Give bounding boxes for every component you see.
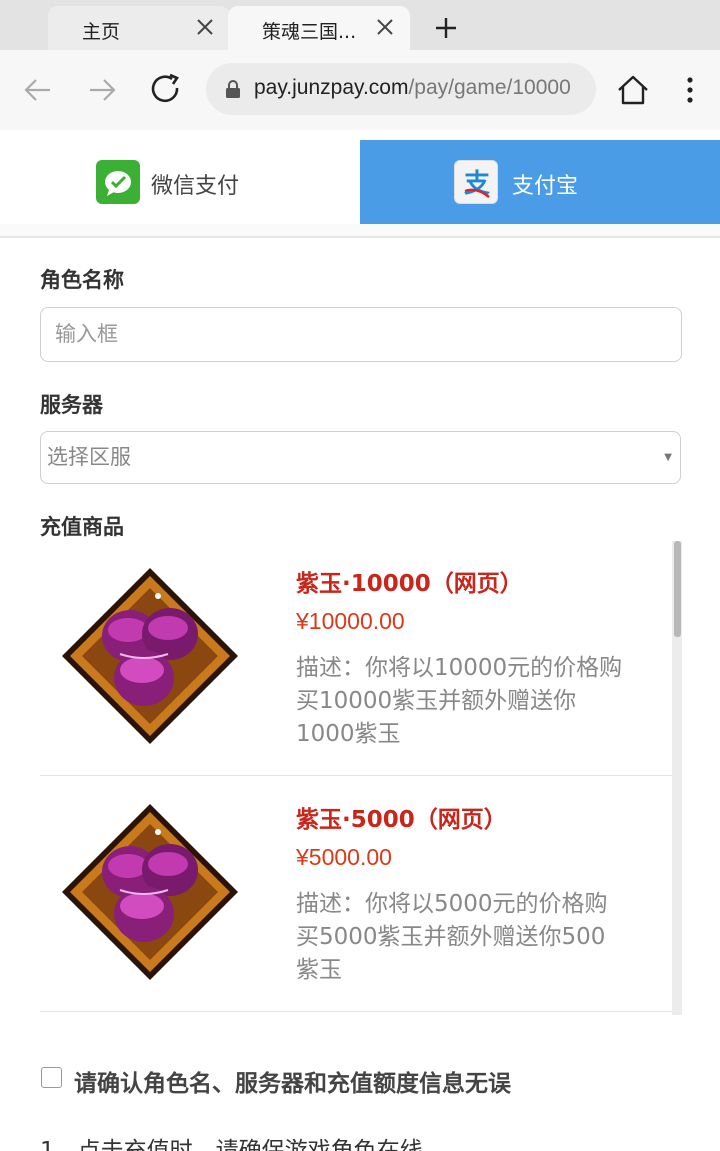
- browser-tab-active[interactable]: 策魂三国...: [228, 6, 410, 50]
- payment-method-tabs: 微信支付 支 支付宝: [0, 140, 720, 224]
- tab-title: 策魂三国...: [262, 21, 357, 43]
- purple-jade-icon: [60, 802, 240, 982]
- product-list: 紫玉·10000（网页） ¥10000.00 描述：你将以10000元的价格购买…: [40, 540, 682, 1014]
- address-bar[interactable]: pay.junzpay.com/pay/game/10000: [206, 63, 596, 115]
- purple-jade-icon: [60, 566, 240, 746]
- notice-item: 1、点击充值时，请确保游戏角色在线。: [40, 1138, 446, 1151]
- wechat-icon: [96, 160, 140, 204]
- product-title: 紫玉·5000（网页）: [296, 807, 507, 833]
- lock-icon: [224, 79, 242, 99]
- product-price: ¥5000.00: [296, 844, 392, 870]
- url-path: /pay/game/10000: [408, 76, 571, 99]
- section-divider: [0, 224, 720, 238]
- url-host: pay.junzpay.com: [254, 76, 409, 99]
- alipay-label: 支付宝: [512, 174, 579, 199]
- tab-alipay[interactable]: 支 支付宝: [360, 140, 720, 224]
- confirm-label: 请确认角色名、服务器和充值额度信息无误: [74, 1071, 511, 1097]
- server-select[interactable]: 选择区服 ▼: [40, 431, 681, 484]
- divider: [40, 1011, 672, 1012]
- wechat-pay-label: 微信支付: [151, 174, 240, 199]
- role-name-input[interactable]: 输入框: [40, 307, 682, 362]
- products-label: 充值商品: [40, 515, 124, 539]
- forward-arrow-icon[interactable]: [82, 70, 122, 110]
- product-description: 描述：你将以10000元的价格购买10000紫玉并额外赠送你1000紫玉: [296, 655, 623, 747]
- product-description: 描述：你将以5000元的价格购买5000紫玉并额外赠送你500紫玉: [296, 891, 608, 983]
- home-icon[interactable]: [613, 70, 653, 110]
- plus-icon[interactable]: [432, 14, 460, 42]
- role-name-label: 角色名称: [40, 268, 124, 292]
- product-title: 紫玉·10000（网页）: [296, 571, 523, 597]
- server-label: 服务器: [40, 393, 103, 417]
- dropdown-arrow-icon: ▼: [664, 452, 672, 463]
- reload-icon[interactable]: [146, 70, 186, 110]
- back-arrow-icon[interactable]: [18, 70, 58, 110]
- url-text: pay.junzpay.com/pay/game/10000: [254, 76, 571, 100]
- browser-tab-home[interactable]: 主页: [48, 6, 230, 50]
- tab-wechat-pay[interactable]: 微信支付: [0, 140, 360, 224]
- product-item[interactable]: 紫玉·5000（网页） ¥5000.00 描述：你将以5000元的价格购买500…: [40, 776, 672, 1012]
- more-vert-icon[interactable]: [670, 70, 710, 110]
- tab-title: 主页: [82, 21, 121, 43]
- browser-tab-strip: 主页 策魂三国...: [0, 0, 720, 50]
- alipay-icon: 支: [454, 160, 498, 204]
- product-item[interactable]: 紫玉·10000（网页） ¥10000.00 描述：你将以10000元的价格购买…: [40, 540, 672, 776]
- browser-toolbar: pay.junzpay.com/pay/game/10000: [0, 50, 720, 130]
- close-icon[interactable]: [374, 16, 396, 38]
- close-icon[interactable]: [194, 16, 216, 38]
- server-select-value: 选择区服: [47, 445, 131, 469]
- confirm-checkbox[interactable]: [41, 1067, 62, 1088]
- scrollbar-thumb[interactable]: [674, 541, 681, 637]
- product-price: ¥10000.00: [296, 608, 405, 634]
